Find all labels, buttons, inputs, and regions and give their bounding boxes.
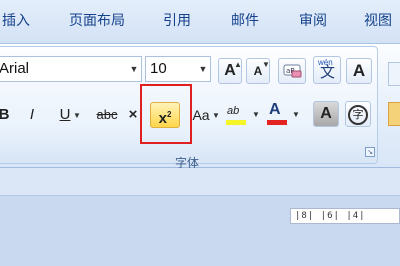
caret-up-icon: ▲ [234,60,242,69]
tab-mailings[interactable]: 邮件 [231,10,259,32]
chevron-down-icon[interactable]: ▼ [196,57,210,81]
caret-down-icon: ▼ [262,60,270,69]
change-case-icon: Aa [192,107,210,123]
chevron-down-icon[interactable]: ▼ [252,103,260,127]
grow-font-button[interactable]: A ▲ [218,58,242,84]
subscript-icon: × [128,106,138,123]
character-border-icon: A [352,61,366,80]
phonetic-guide-button[interactable]: wén 文 [313,56,341,84]
chevron-down-icon[interactable]: ▼ [212,104,220,128]
chevron-down-icon[interactable]: ▼ [73,104,81,128]
italic-icon: I [29,106,35,123]
font-size-value: 10 [150,60,167,77]
enclose-characters-icon: 字 [348,105,368,125]
underline-button[interactable]: U ▼ [50,102,81,128]
horizontal-ruler[interactable]: |8| |6| |4| [290,208,400,224]
font-color-button[interactable]: A ▼ [262,100,300,128]
chevron-down-icon[interactable]: ▼ [292,103,300,127]
chevron-down-icon[interactable]: ▼ [127,57,141,81]
font-color-swatch [267,120,287,125]
underline-icon: U [59,106,71,123]
strikethrough-button[interactable]: abc [92,102,122,128]
character-shading-icon: A [320,105,332,122]
tab-insert[interactable]: 插入 [2,10,30,32]
enclose-characters-button[interactable]: 字 [345,101,371,127]
tab-page-layout[interactable]: 页面布局 [69,10,125,32]
character-border-button[interactable]: A [346,58,372,84]
tab-view[interactable]: 视图 [364,10,392,32]
phonetic-char: 文 [320,64,336,81]
bold-button[interactable]: B [0,102,14,128]
eraser-icon: aB [283,64,302,78]
bold-icon: B [0,106,10,123]
italic-button[interactable]: I [22,102,42,128]
ribbon-bottom-strip [0,168,400,196]
dialog-launcher-icon[interactable]: ↘ [365,147,375,157]
strikethrough-icon: abc [96,107,118,122]
font-name-value: Arial [0,60,30,77]
clear-formatting-button[interactable]: aB [278,58,306,84]
character-shading-button[interactable]: A [313,101,339,127]
paragraph-group-partial [380,48,400,166]
text-highlight-color-button[interactable]: ab ▼ [222,100,260,128]
change-case-button[interactable]: Aa ▼ [184,102,220,128]
shrink-font-button[interactable]: A ▼ [246,58,270,84]
font-name-combobox[interactable]: Arial ▼ [0,56,142,82]
tab-references[interactable]: 引用 [163,10,191,32]
font-color-icon: A [269,101,281,118]
highlight-color-swatch [226,120,246,125]
tab-review[interactable]: 审阅 [299,10,327,32]
font-size-combobox[interactable]: 10 ▼ [145,56,211,82]
ribbon-tab-bar: 插入 页面布局 引用 邮件 审阅 视图 [0,0,400,44]
